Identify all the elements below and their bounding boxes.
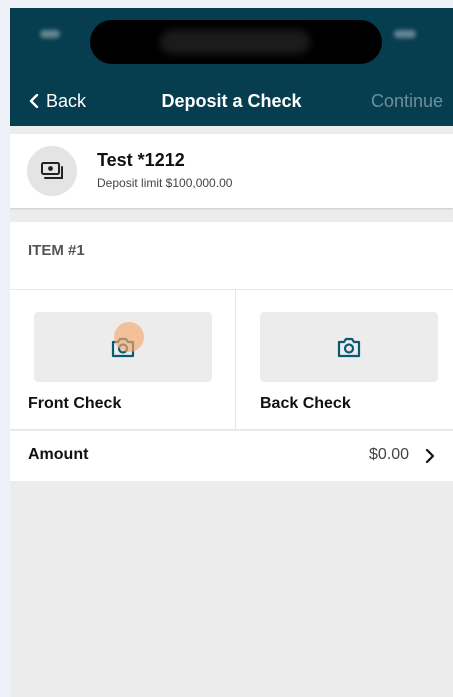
front-check-capture-button[interactable] [34,312,212,382]
back-button[interactable]: Back [28,86,86,116]
item-label: ITEM #1 [28,242,85,259]
front-check-label: Front Check [28,395,122,412]
deposit-limit: Deposit limit $100,000.00 [97,176,233,190]
amount-value: $0.00 [368,446,409,463]
chevron-left-icon [29,94,39,108]
dynamic-island [90,20,382,64]
check-capture-section: Front Check Back Check [10,290,453,430]
amount-label: Amount [28,446,89,463]
continue-button[interactable]: Continue [371,86,443,116]
account-card[interactable]: Test *1212 Deposit limit $100,000.00 [10,134,453,208]
touch-indicator [114,322,144,352]
chevron-right-icon [425,449,435,463]
money-icon [41,162,63,179]
account-name: Test *1212 [97,150,185,170]
amount-row[interactable]: Amount $0.00 [10,431,453,481]
column-divider [235,290,236,430]
back-check-label: Back Check [260,395,351,412]
status-time [40,30,60,38]
status-indicators [394,30,416,38]
item-header: ITEM #1 [10,222,453,290]
navigation-bar: Back Deposit a Check Continue [10,86,453,116]
camera-icon [337,337,361,358]
back-label: Back [46,90,87,111]
header-bar: Back Deposit a Check Continue [10,8,453,126]
account-avatar [27,146,77,196]
app-screen: Back Deposit a Check Continue Test *1212… [10,8,453,697]
back-check-capture-button[interactable] [260,312,438,382]
